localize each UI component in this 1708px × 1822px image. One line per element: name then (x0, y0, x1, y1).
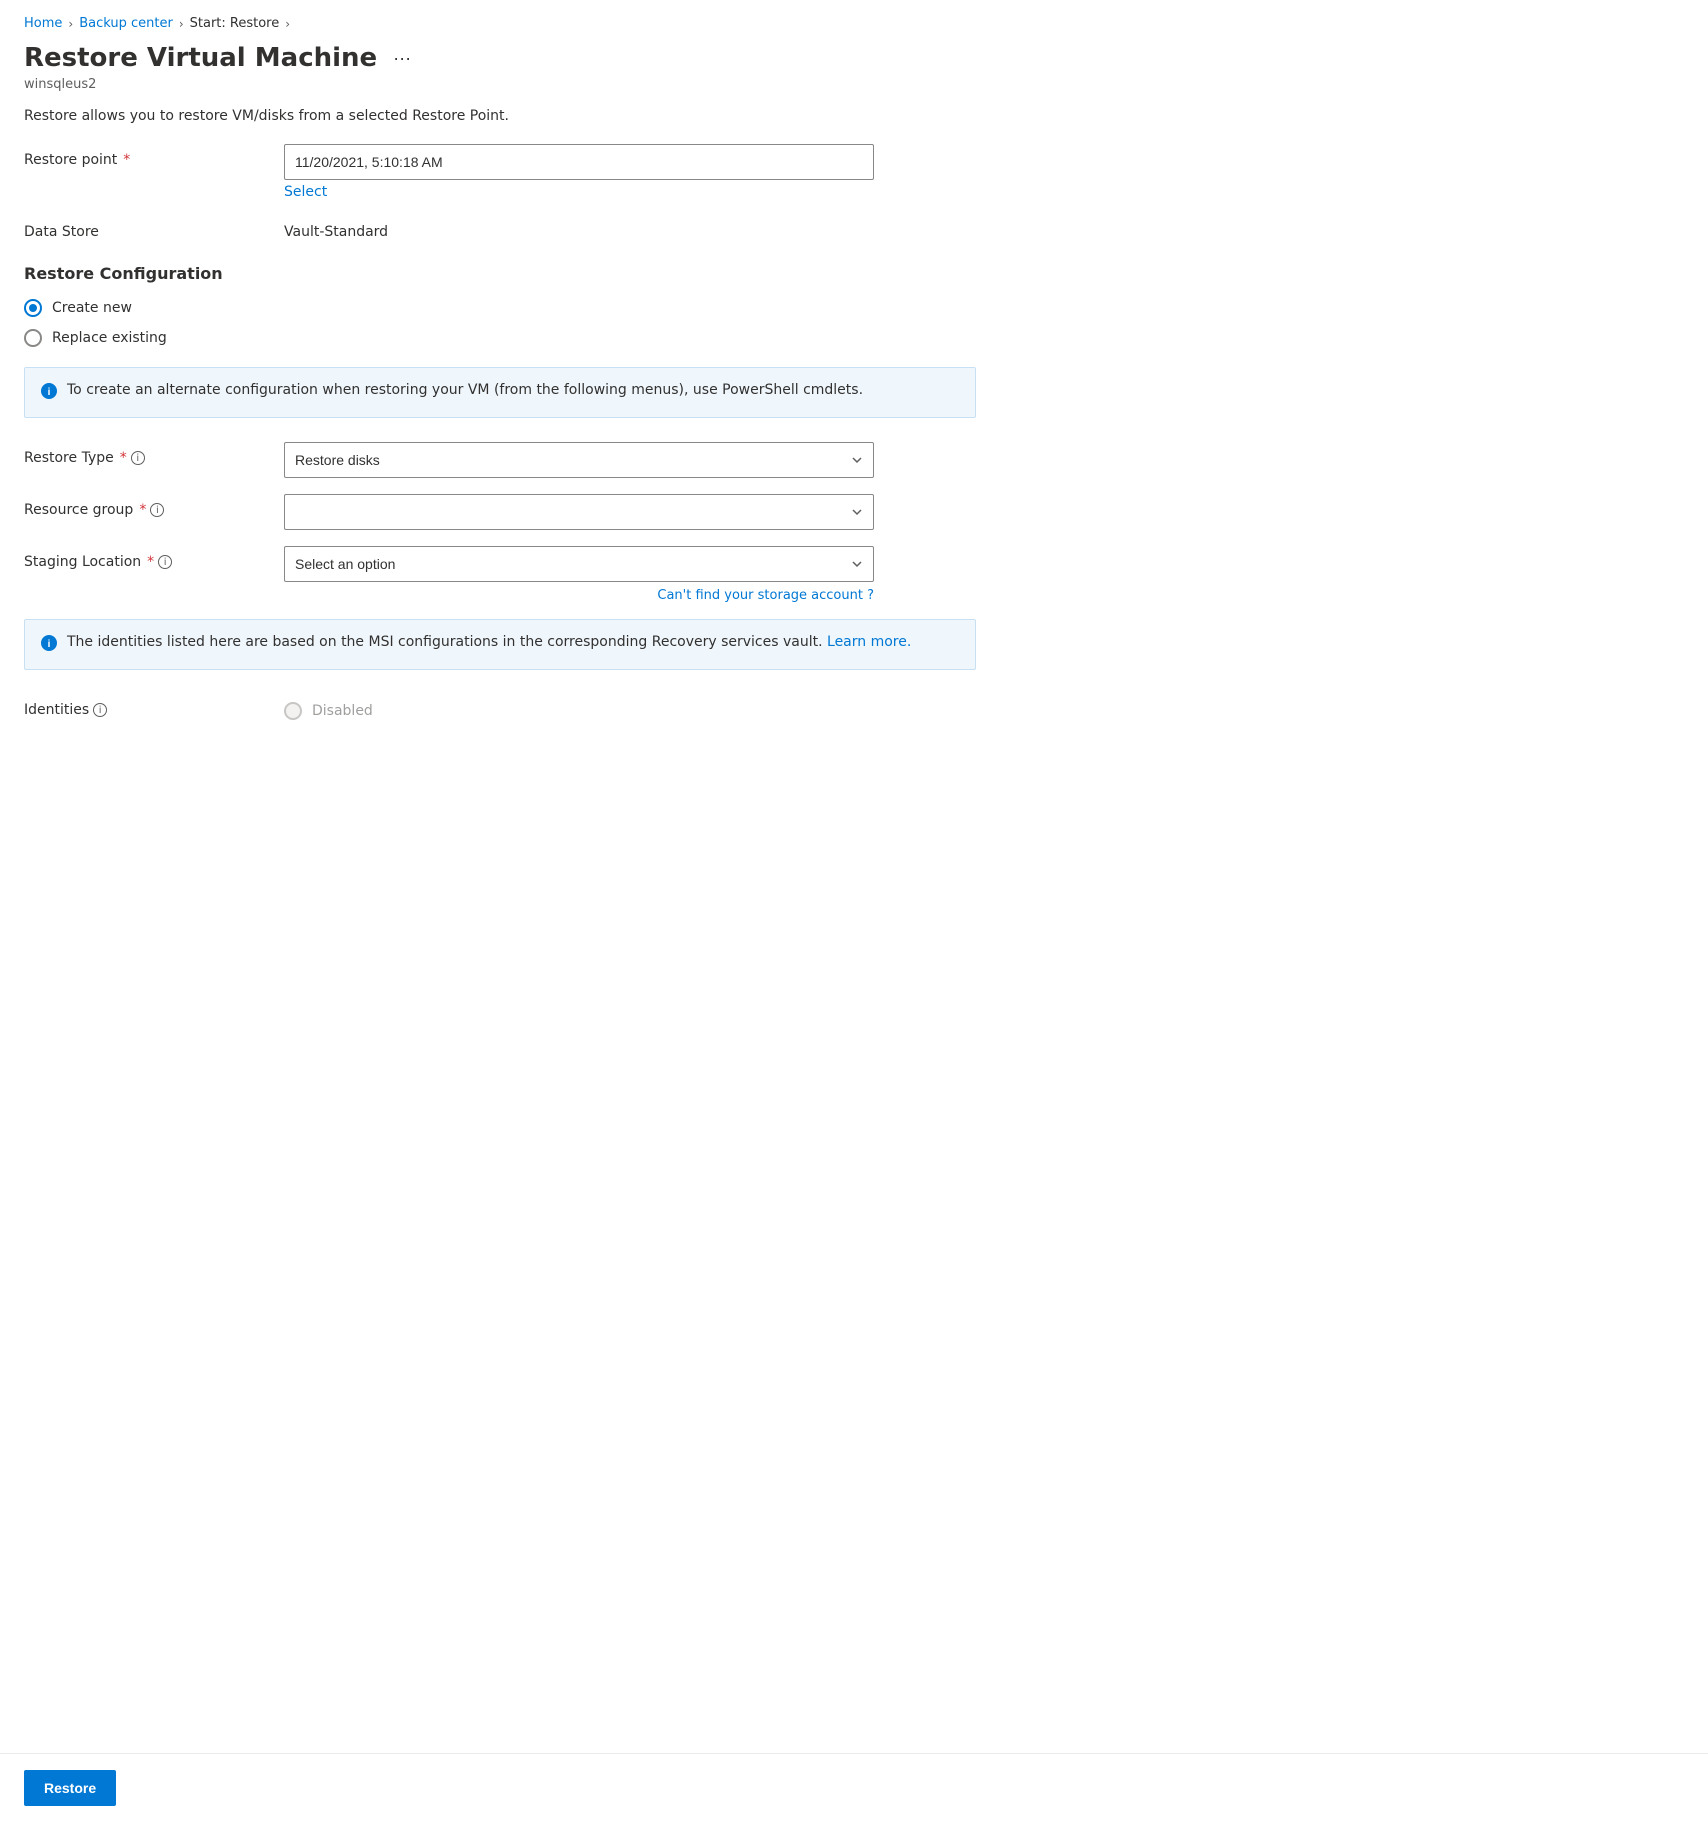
restore-type-required: * (120, 450, 127, 466)
staging-location-row: Staging Location * i Select an option Ca… (24, 546, 976, 603)
svg-text:i: i (48, 387, 51, 398)
more-options-button[interactable]: ··· (387, 46, 417, 71)
page-subtitle: winsqleus2 (24, 77, 976, 92)
data-store-row: Data Store Vault-Standard (24, 216, 976, 240)
identities-disabled-radio[interactable] (284, 702, 302, 720)
restore-configuration-options: Create new Replace existing (24, 299, 976, 347)
breadcrumb-sep-2: › (179, 17, 184, 31)
radio-create-new-label: Create new (52, 300, 132, 316)
resource-group-info-icon[interactable]: i (150, 503, 164, 517)
radio-replace-existing-input[interactable] (24, 329, 42, 347)
restore-type-label: Restore Type * i (24, 442, 284, 466)
radio-replace-existing[interactable]: Replace existing (24, 329, 976, 347)
breadcrumb-current: Start: Restore (190, 16, 280, 31)
restore-point-label: Restore point * (24, 144, 284, 168)
resource-group-row: Resource group * i (24, 494, 976, 530)
staging-location-info-icon[interactable]: i (158, 555, 172, 569)
identities-info-icon[interactable]: i (93, 703, 107, 717)
restore-button[interactable]: Restore (24, 1770, 116, 1806)
cant-find-storage-link[interactable]: Can't find your storage account ? (284, 588, 874, 603)
svg-text:i: i (48, 639, 51, 650)
breadcrumb-sep-3: › (285, 17, 290, 31)
restore-type-control: Restore disks Create virtual machine Rep… (284, 442, 976, 478)
breadcrumb-backup-center[interactable]: Backup center (79, 16, 173, 31)
restore-point-select-link[interactable]: Select (284, 184, 976, 200)
page-title: Restore Virtual Machine (24, 43, 377, 73)
restore-point-required: * (123, 152, 130, 168)
powershell-info-text: To create an alternate configuration whe… (67, 382, 863, 398)
page-description: Restore allows you to restore VM/disks f… (24, 108, 976, 124)
resource-group-control (284, 494, 976, 530)
identities-disabled-option[interactable]: Disabled (284, 694, 976, 720)
resource-group-label: Resource group * i (24, 494, 284, 518)
info-icon-2: i (41, 635, 57, 655)
info-icon-1: i (41, 383, 57, 403)
radio-replace-existing-label: Replace existing (52, 330, 167, 346)
staging-location-select[interactable]: Select an option (284, 546, 874, 582)
staging-location-control: Select an option Can't find your storage… (284, 546, 976, 603)
restore-type-info-icon[interactable]: i (131, 451, 145, 465)
breadcrumb-sep-1: › (68, 17, 73, 31)
breadcrumb-home[interactable]: Home (24, 16, 62, 31)
data-store-value-area: Vault-Standard (284, 216, 976, 240)
restore-point-control: Select (284, 144, 976, 200)
staging-location-required: * (147, 554, 154, 570)
breadcrumb: Home › Backup center › Start: Restore › (24, 16, 976, 31)
restore-point-input[interactable] (284, 144, 874, 180)
radio-create-new[interactable]: Create new (24, 299, 976, 317)
data-store-value: Vault-Standard (284, 216, 976, 240)
identities-info-text: The identities listed here are based on … (67, 634, 911, 650)
identities-row: Identities i Disabled (24, 694, 976, 720)
data-store-label: Data Store (24, 216, 284, 240)
identities-label-area: Identities i (24, 694, 284, 718)
restore-point-row: Restore point * Select (24, 144, 976, 200)
resource-group-select[interactable] (284, 494, 874, 530)
identities-control: Disabled (284, 694, 976, 720)
page-title-row: Restore Virtual Machine ··· (24, 43, 976, 73)
restore-type-select[interactable]: Restore disks Create virtual machine Rep… (284, 442, 874, 478)
resource-group-required: * (139, 502, 146, 518)
restore-type-row: Restore Type * i Restore disks Create vi… (24, 442, 976, 478)
learn-more-link[interactable]: Learn more. (827, 634, 911, 650)
staging-location-label: Staging Location * i (24, 546, 284, 570)
radio-create-new-input[interactable] (24, 299, 42, 317)
restore-configuration-header: Restore Configuration (24, 264, 976, 283)
footer: Restore (0, 1753, 1708, 1822)
identities-info-banner: i The identities listed here are based o… (24, 619, 976, 670)
identities-disabled-label: Disabled (312, 703, 373, 719)
powershell-info-banner: i To create an alternate configuration w… (24, 367, 976, 418)
